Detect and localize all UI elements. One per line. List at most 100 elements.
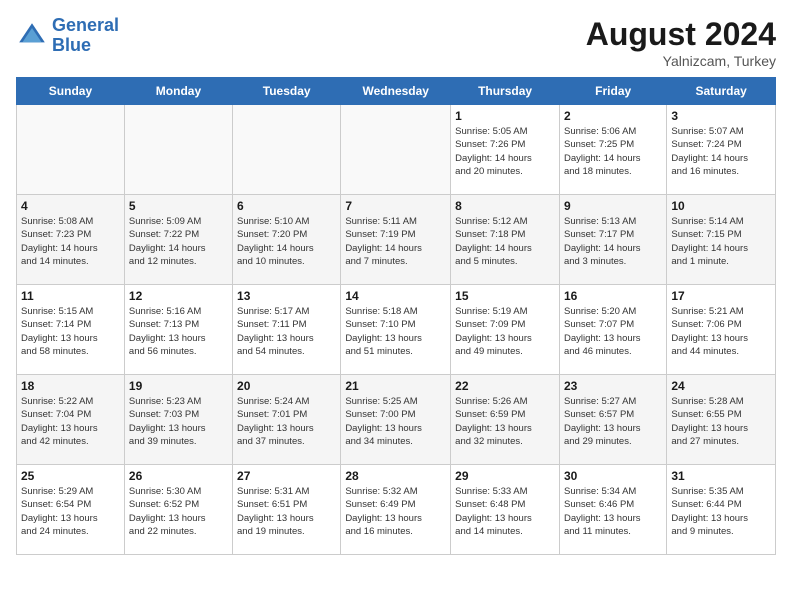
day-number: 17	[671, 289, 771, 303]
day-info: Sunrise: 5:12 AM Sunset: 7:18 PM Dayligh…	[455, 215, 555, 268]
day-info: Sunrise: 5:14 AM Sunset: 7:15 PM Dayligh…	[671, 215, 771, 268]
calendar-cell: 18 Sunrise: 5:22 AM Sunset: 7:04 PM Dayli…	[17, 375, 125, 465]
day-info: Sunrise: 5:15 AM Sunset: 7:14 PM Dayligh…	[21, 305, 120, 358]
weekday-header: Friday	[559, 78, 666, 105]
day-number: 2	[564, 109, 662, 123]
weekday-header: Monday	[124, 78, 232, 105]
day-number: 11	[21, 289, 120, 303]
calendar-cell: 22 Sunrise: 5:26 AM Sunset: 6:59 PM Dayli…	[451, 375, 560, 465]
day-number: 19	[129, 379, 228, 393]
day-number: 29	[455, 469, 555, 483]
day-number: 14	[345, 289, 446, 303]
calendar-cell: 14 Sunrise: 5:18 AM Sunset: 7:10 PM Dayli…	[341, 285, 451, 375]
weekday-header-row: SundayMondayTuesdayWednesdayThursdayFrid…	[17, 78, 776, 105]
calendar-cell: 2 Sunrise: 5:06 AM Sunset: 7:25 PM Daylig…	[559, 105, 666, 195]
weekday-header: Saturday	[667, 78, 776, 105]
calendar-cell: 25Sunrise: 5:29 AM Sunset: 6:54 PM Dayli…	[17, 465, 125, 555]
day-number: 22	[455, 379, 555, 393]
logo-icon	[16, 20, 48, 52]
calendar-cell: 26 Sunrise: 5:30 AM Sunset: 6:52 PM Dayli…	[124, 465, 232, 555]
calendar-cell: 16Sunrise: 5:20 AM Sunset: 7:07 PM Dayli…	[559, 285, 666, 375]
calendar-cell: 29 Sunrise: 5:33 AM Sunset: 6:48 PM Dayli…	[451, 465, 560, 555]
day-number: 18	[21, 379, 120, 393]
day-number: 31	[671, 469, 771, 483]
calendar-cell	[341, 105, 451, 195]
day-number: 15	[455, 289, 555, 303]
calendar-cell	[17, 105, 125, 195]
day-number: 12	[129, 289, 228, 303]
calendar-table: SundayMondayTuesdayWednesdayThursdayFrid…	[16, 77, 776, 555]
calendar-cell: 20 Sunrise: 5:24 AM Sunset: 7:01 PM Dayli…	[233, 375, 341, 465]
day-number: 21	[345, 379, 446, 393]
day-info: Sunrise: 5:09 AM Sunset: 7:22 PM Dayligh…	[129, 215, 228, 268]
day-info: Sunrise: 5:18 AM Sunset: 7:10 PM Dayligh…	[345, 305, 446, 358]
day-info: Sunrise: 5:17 AM Sunset: 7:11 PM Dayligh…	[237, 305, 336, 358]
calendar-cell: 3 Sunrise: 5:07 AM Sunset: 7:24 PM Daylig…	[667, 105, 776, 195]
weekday-header: Thursday	[451, 78, 560, 105]
day-info: Sunrise: 5:22 AM Sunset: 7:04 PM Dayligh…	[21, 395, 120, 448]
day-info: Sunrise: 5:08 AM Sunset: 7:23 PM Dayligh…	[21, 215, 120, 268]
day-info: Sunrise: 5:19 AM Sunset: 7:09 PM Dayligh…	[455, 305, 555, 358]
day-number: 26	[129, 469, 228, 483]
day-info: Sunrise: 5:28 AM Sunset: 6:55 PM Dayligh…	[671, 395, 771, 448]
day-info: Sunrise: 5:25 AM Sunset: 7:00 PM Dayligh…	[345, 395, 446, 448]
day-info: Sunrise: 5:26 AM Sunset: 6:59 PM Dayligh…	[455, 395, 555, 448]
weekday-header: Tuesday	[233, 78, 341, 105]
day-number: 5	[129, 199, 228, 213]
day-info: Sunrise: 5:27 AM Sunset: 6:57 PM Dayligh…	[564, 395, 662, 448]
page-header: General Blue August 2024 Yalnizcam, Turk…	[16, 16, 776, 69]
title-block: August 2024 Yalnizcam, Turkey	[586, 16, 776, 69]
calendar-cell: 19Sunrise: 5:23 AM Sunset: 7:03 PM Dayli…	[124, 375, 232, 465]
logo-text: General Blue	[52, 16, 119, 56]
month-year: August 2024	[586, 16, 776, 53]
day-info: Sunrise: 5:31 AM Sunset: 6:51 PM Dayligh…	[237, 485, 336, 538]
day-number: 24	[671, 379, 771, 393]
day-number: 10	[671, 199, 771, 213]
day-number: 3	[671, 109, 771, 123]
calendar-cell: 10 Sunrise: 5:14 AM Sunset: 7:15 PM Dayli…	[667, 195, 776, 285]
calendar-cell: 1 Sunrise: 5:05 AM Sunset: 7:26 PM Daylig…	[451, 105, 560, 195]
calendar-cell: 4 Sunrise: 5:08 AM Sunset: 7:23 PM Daylig…	[17, 195, 125, 285]
day-number: 8	[455, 199, 555, 213]
calendar-week-row: 1 Sunrise: 5:05 AM Sunset: 7:26 PM Daylig…	[17, 105, 776, 195]
day-info: Sunrise: 5:34 AM Sunset: 6:46 PM Dayligh…	[564, 485, 662, 538]
calendar-week-row: 25Sunrise: 5:29 AM Sunset: 6:54 PM Dayli…	[17, 465, 776, 555]
calendar-week-row: 18 Sunrise: 5:22 AM Sunset: 7:04 PM Dayli…	[17, 375, 776, 465]
calendar-cell: 8 Sunrise: 5:12 AM Sunset: 7:18 PM Daylig…	[451, 195, 560, 285]
calendar-cell: 28Sunrise: 5:32 AM Sunset: 6:49 PM Dayli…	[341, 465, 451, 555]
day-number: 7	[345, 199, 446, 213]
day-number: 9	[564, 199, 662, 213]
day-number: 16	[564, 289, 662, 303]
day-number: 28	[345, 469, 446, 483]
calendar-week-row: 11 Sunrise: 5:15 AM Sunset: 7:14 PM Dayli…	[17, 285, 776, 375]
calendar-cell: 27Sunrise: 5:31 AM Sunset: 6:51 PM Dayli…	[233, 465, 341, 555]
day-info: Sunrise: 5:24 AM Sunset: 7:01 PM Dayligh…	[237, 395, 336, 448]
day-info: Sunrise: 5:06 AM Sunset: 7:25 PM Dayligh…	[564, 125, 662, 178]
day-number: 4	[21, 199, 120, 213]
day-info: Sunrise: 5:07 AM Sunset: 7:24 PM Dayligh…	[671, 125, 771, 178]
calendar-cell: 6Sunrise: 5:10 AM Sunset: 7:20 PM Daylig…	[233, 195, 341, 285]
day-info: Sunrise: 5:35 AM Sunset: 6:44 PM Dayligh…	[671, 485, 771, 538]
day-number: 6	[237, 199, 336, 213]
calendar-cell: 24 Sunrise: 5:28 AM Sunset: 6:55 PM Dayli…	[667, 375, 776, 465]
day-number: 23	[564, 379, 662, 393]
day-info: Sunrise: 5:05 AM Sunset: 7:26 PM Dayligh…	[455, 125, 555, 178]
day-number: 1	[455, 109, 555, 123]
calendar-cell: 11 Sunrise: 5:15 AM Sunset: 7:14 PM Dayli…	[17, 285, 125, 375]
calendar-cell: 21 Sunrise: 5:25 AM Sunset: 7:00 PM Dayli…	[341, 375, 451, 465]
day-info: Sunrise: 5:21 AM Sunset: 7:06 PM Dayligh…	[671, 305, 771, 358]
day-info: Sunrise: 5:13 AM Sunset: 7:17 PM Dayligh…	[564, 215, 662, 268]
calendar-cell: 17 Sunrise: 5:21 AM Sunset: 7:06 PM Dayli…	[667, 285, 776, 375]
day-info: Sunrise: 5:33 AM Sunset: 6:48 PM Dayligh…	[455, 485, 555, 538]
calendar-cell: 23 Sunrise: 5:27 AM Sunset: 6:57 PM Dayli…	[559, 375, 666, 465]
weekday-header: Wednesday	[341, 78, 451, 105]
day-info: Sunrise: 5:16 AM Sunset: 7:13 PM Dayligh…	[129, 305, 228, 358]
day-number: 20	[237, 379, 336, 393]
day-info: Sunrise: 5:30 AM Sunset: 6:52 PM Dayligh…	[129, 485, 228, 538]
calendar-cell	[233, 105, 341, 195]
calendar-week-row: 4 Sunrise: 5:08 AM Sunset: 7:23 PM Daylig…	[17, 195, 776, 285]
day-number: 13	[237, 289, 336, 303]
day-number: 25	[21, 469, 120, 483]
calendar-cell: 12 Sunrise: 5:16 AM Sunset: 7:13 PM Dayli…	[124, 285, 232, 375]
calendar-cell	[124, 105, 232, 195]
